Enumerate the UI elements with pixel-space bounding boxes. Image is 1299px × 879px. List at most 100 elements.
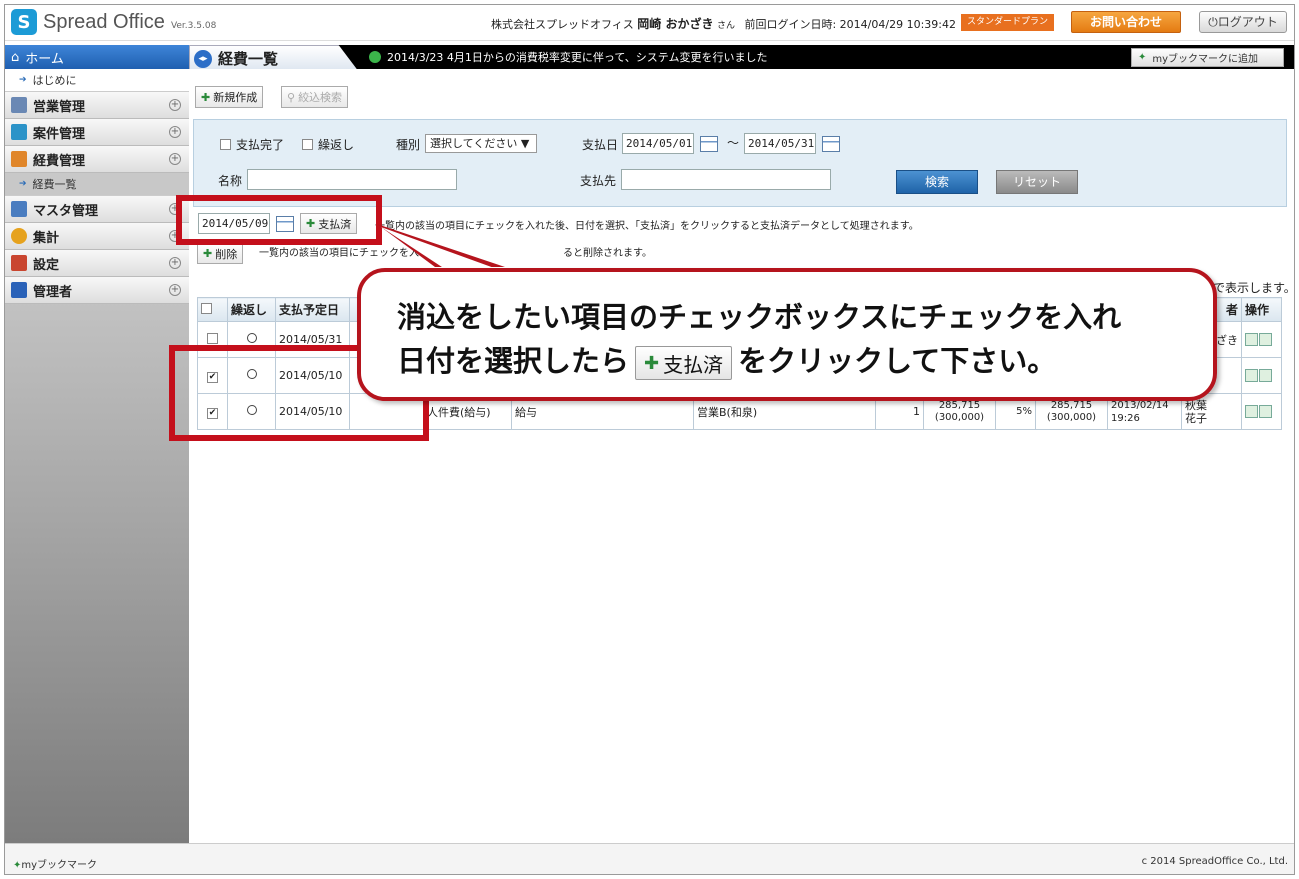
edit-icon[interactable] [1259,333,1272,347]
reset-button[interactable]: リセット [996,170,1078,194]
name-label: 名称 [218,174,243,188]
pie-chart-icon [11,228,27,244]
sidebar-cat-label: 営業管理 [33,99,86,115]
contact-button[interactable]: お問い合わせ [1071,11,1181,33]
repeat-checkbox[interactable]: 繰返し [302,136,354,153]
repeat-label: 繰返し [318,138,355,152]
sidebar-cat-label: 経費管理 [33,153,86,169]
new-button-label: 新規作成 [213,91,258,104]
footer: ✦myブックマーク c 2014 SpreadOffice Co., Ltd. [5,843,1294,874]
logout-label: ログアウト [1217,15,1278,29]
amount2-value: 285,715 [1050,399,1093,411]
plan-badge: スタンダードプラン [961,14,1055,31]
edit-icon[interactable] [1259,369,1272,383]
date-from-input[interactable]: 2014/05/01 [622,133,694,154]
amount-taxed-value: (300,000) [934,411,985,423]
checkbox-box [220,139,231,150]
type-select[interactable]: 選択してください ▼ [425,134,537,153]
operation-cell [1241,321,1282,358]
sidebar-item-summary[interactable]: 集計 + [5,223,189,250]
delete-button-label: 削除 [215,247,238,261]
callout-line-1: 消込をしたい項目のチェックボックスにチェックを入れ [397,300,1122,334]
collapse-toggle-icon[interactable]: ◂▸ [194,49,212,68]
expand-icon: + [169,126,181,138]
sidebar-item-admin[interactable]: 管理者 + [5,277,189,304]
sidebar-cat-label: 管理者 [33,284,73,300]
new-button[interactable]: ✚ 新規作成 [195,86,264,108]
repeat-indicator-icon [246,333,257,343]
sidebar-item-intro[interactable]: ➔ はじめに [5,69,189,92]
sidebar-item-master[interactable]: マスタ管理 + [5,196,189,223]
sidebar-item-sales[interactable]: 営業管理 + [5,92,189,119]
operation-cell [1241,357,1282,394]
add-bookmark-label: myブックマークに追加 [1152,54,1259,65]
delete-note-tail: ると削除されます。 [563,248,652,259]
filter-search-button[interactable]: ⚲ 絞込検索 [281,86,349,108]
header-checkbox-cell[interactable] [197,297,228,322]
highlight-paid-controls [176,195,382,245]
sidebar-item-settings[interactable]: 設定 + [5,250,189,277]
name-input[interactable] [247,169,457,190]
version-label: Ver.3.5.08 [170,21,217,31]
page-title: 経費一覧 [218,50,279,68]
news-ticker[interactable]: 2014/3/23 4月1日からの消費税率変更に伴って、システム変更を行いました [369,49,767,65]
logo-text: Spread Office [43,10,165,33]
callout-line-2: 日付を選択したら ✚ 支払済 をクリックして下さい。 [397,338,1056,380]
footer-bookmark[interactable]: ✦myブックマーク [13,856,97,871]
row-checkbox[interactable] [207,332,218,344]
logout-button[interactable]: ⏻ログアウト [1199,11,1287,33]
checkbox-box [302,139,313,150]
edit-icon[interactable] [1259,405,1272,419]
home-icon: ⌂ [11,49,20,65]
title-bar: ◂▸ 経費一覧 2014/3/23 4月1日からの消費税率変更に伴って、システム… [189,45,1294,72]
date-to-input[interactable]: 2014/05/31 [744,133,816,154]
app-window: S Spread Office Ver.3.5.08 株式会社スプレッドオフィス… [4,4,1295,875]
callout-line-2-pre: 日付を選択したら [397,344,630,378]
search-button[interactable]: 検索 [896,170,978,194]
add-bookmark-button[interactable]: ✦ myブックマークに追加 [1131,48,1284,67]
select-all-checkbox[interactable] [201,302,212,314]
sidebar-item-project[interactable]: 案件管理 + [5,119,189,146]
settings-icon [11,255,27,271]
instruction-callout: 消込をしたい項目のチェックボックスにチェックを入れ 日付を選択したら ✚ 支払済 をク… [357,268,1217,401]
footer-bookmark-label: myブックマーク [21,860,98,871]
view-icon[interactable] [1245,333,1258,347]
tilde-label: 〜 [727,136,740,150]
search-icon: ⚲ [287,90,296,104]
sidebar-home-label: ホーム [25,51,64,67]
display-note: で表示します。 [1213,281,1295,295]
news-text: 2014/3/23 4月1日からの消費税率変更に伴って、システム変更を行いました [387,51,768,64]
callout-paid-button-image: ✚ 支払済 [635,346,733,380]
payee-input[interactable] [621,169,831,190]
bookmark-star-icon: ✦ [1138,52,1147,63]
registered-time: 19:26 [1111,412,1140,424]
paid-done-label: 支払完了 [236,138,285,152]
user-suffix: さん [716,21,735,31]
page-title-tab: ◂▸ 経費一覧 [189,45,359,72]
amount-value: 285,715 [938,399,981,411]
delete-button[interactable]: ✚ 削除 [197,243,244,264]
logo[interactable]: S Spread Office Ver.3.5.08 [11,9,216,35]
paid-done-checkbox[interactable]: 支払完了 [220,136,284,153]
arrow-icon: ➔ [19,179,27,189]
expand-icon: + [169,284,181,296]
sidebar: ⌂ ホーム ➔ はじめに 営業管理 + 案件管理 + 経費管理 + ➔ 経費一覧 [5,45,189,843]
filter-search-label: 絞込検索 [298,91,343,104]
expense-icon [11,151,27,167]
delete-note: 一覧内の該当の項目にチェックを入れ [259,248,429,259]
person-given: 花子 [1185,411,1207,425]
view-icon[interactable] [1245,369,1258,383]
sidebar-item-expense-list[interactable]: ➔ 経費一覧 [5,173,189,196]
sidebar-intro-label: はじめに [32,74,77,87]
calendar-icon[interactable] [700,136,718,152]
contact-label: お問い合わせ [1089,15,1162,29]
sidebar-item-expense[interactable]: 経費管理 + [5,146,189,173]
dropdown-arrow-icon: ▼ [520,137,530,150]
sidebar-item-home[interactable]: ⌂ ホーム [5,45,189,69]
app-header: S Spread Office Ver.3.5.08 株式会社スプレッドオフィス… [5,5,1294,41]
paid-note: 一覧内の該当の項目にチェックを入れた後、日付を選択、「支払済」をクリックすると支… [375,221,919,232]
view-icon[interactable] [1245,405,1258,419]
sidebar-cat-label: 設定 [33,257,60,273]
calendar-icon[interactable] [822,136,840,152]
operation-cell [1241,393,1282,430]
